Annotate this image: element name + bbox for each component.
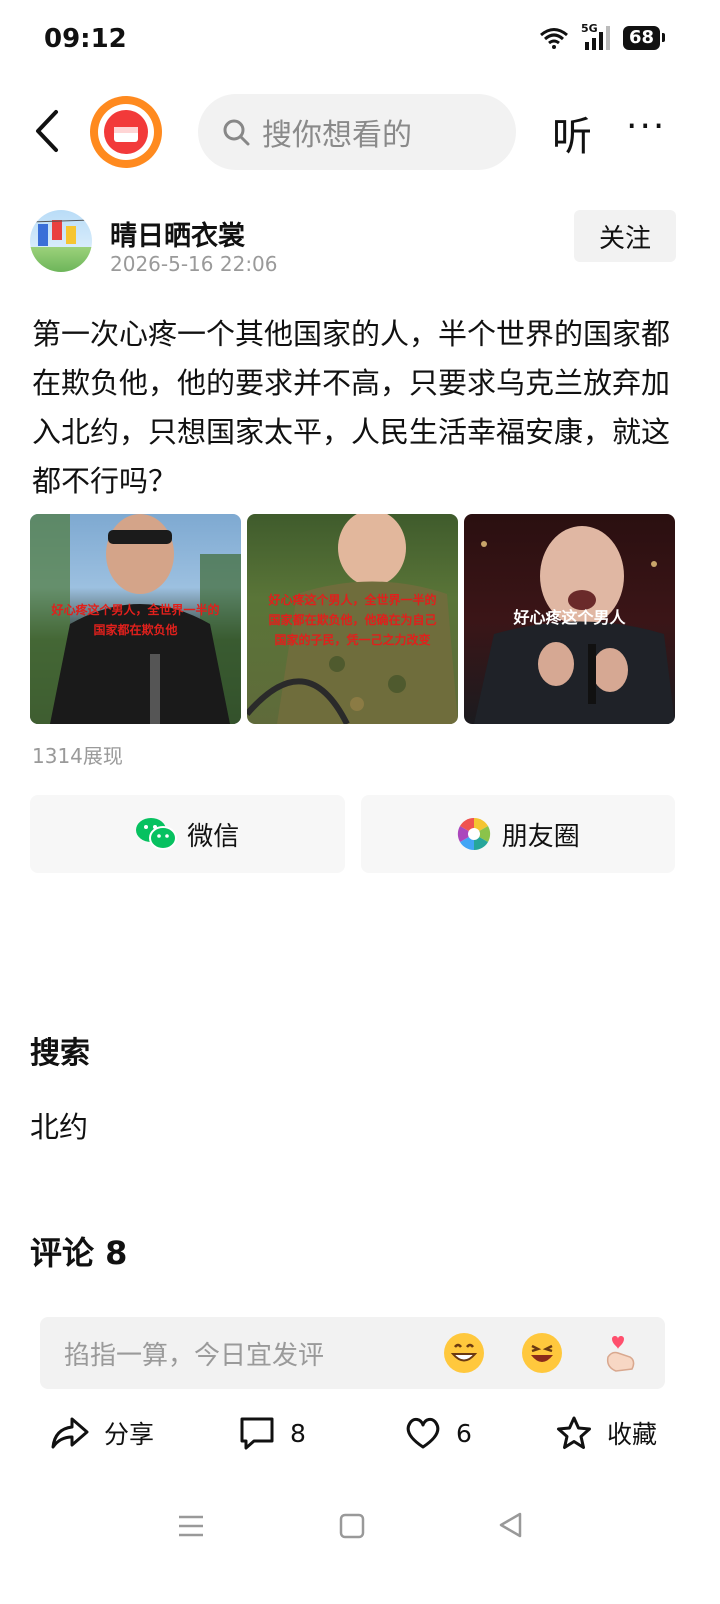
cellular-signal-icon: 5G — [581, 22, 611, 50]
post-image[interactable]: 好心疼这个男人，全世界一半的 国家都在欺负他，他确在为自己 国家的子民，凭一己之… — [247, 514, 458, 724]
post-image[interactable]: 好心疼这个男人，全世界一半的 国家都在欺负他 — [30, 514, 241, 724]
comment-placeholder: 掐指一算，今日宜发评 — [64, 1341, 325, 1371]
search-placeholder: 搜你想看的 — [262, 118, 412, 153]
search-input[interactable]: 搜你想看的 — [198, 94, 516, 170]
search-icon — [223, 119, 250, 146]
favorite-label: 收藏 — [607, 1420, 658, 1449]
follow-button[interactable]: 关注 — [574, 210, 676, 262]
more-button[interactable]: ··· — [626, 106, 666, 147]
wechat-icon — [136, 818, 178, 850]
share-wechat-button[interactable]: 微信 — [30, 795, 345, 873]
comment-icon — [240, 1417, 274, 1450]
back-nav-icon[interactable] — [496, 1510, 526, 1540]
heart-icon — [406, 1417, 440, 1449]
share-label: 分享 — [104, 1420, 155, 1449]
star-icon — [557, 1416, 591, 1449]
moments-icon — [457, 817, 490, 851]
like-count: 6 — [456, 1418, 472, 1448]
share-wechat-label: 微信 — [187, 821, 240, 852]
share-moments-button[interactable]: 朋友圈 — [360, 795, 675, 873]
status-bar: 09:12 5G 68 — [0, 0, 720, 80]
comment-input[interactable]: 掐指一算，今日宜发评 — [40, 1317, 665, 1389]
favorite-button[interactable]: 收藏 — [555, 1415, 657, 1451]
logo-bag-icon — [114, 127, 138, 142]
author-row: 晴日晒衣裳 2026-5-16 22:06 关注 — [30, 208, 690, 278]
home-icon[interactable] — [338, 1512, 366, 1540]
share-moments-label: 朋友圈 — [501, 821, 580, 852]
author-name[interactable]: 晴日晒衣裳 — [110, 214, 245, 253]
share-button[interactable]: 分享 — [50, 1415, 154, 1451]
post-image[interactable]: 好心疼这个男人 — [464, 514, 675, 724]
post-text: 第一次心疼一个其他国家的人，半个世界的国家都在欺负他，他的要求并不高，只要求乌克… — [32, 317, 671, 498]
back-button[interactable] — [28, 106, 68, 156]
search-section-title: 搜索 — [30, 1036, 90, 1071]
comment-button[interactable]: 8 — [238, 1415, 306, 1451]
comments-title: 评论 8 — [30, 1234, 128, 1272]
comment-count: 8 — [290, 1418, 306, 1448]
status-time: 09:12 — [44, 24, 127, 54]
laugh-emoji-icon[interactable] — [520, 1331, 564, 1375]
view-count: 1314展现 — [32, 744, 123, 768]
search-term-link[interactable]: 北约 — [30, 1104, 88, 1146]
listen-button[interactable]: 听 — [552, 104, 592, 162]
post-time: 2026-5-16 22:06 — [110, 252, 278, 276]
app-logo[interactable] — [90, 96, 162, 168]
wifi-icon — [539, 28, 568, 49]
menu-icon[interactable] — [176, 1512, 206, 1540]
image-caption: 好心疼这个男人 — [513, 608, 626, 627]
share-icon — [51, 1417, 89, 1449]
grin-emoji-icon[interactable] — [442, 1331, 486, 1375]
like-button[interactable]: 6 — [404, 1415, 472, 1451]
status-icons: 5G 68 — [539, 22, 666, 50]
finger-heart-icon[interactable] — [598, 1331, 642, 1375]
battery-indicator: 68 — [622, 26, 666, 50]
image-grid: 好心疼这个男人，全世界一半的 国家都在欺负他 好心疼这个男人，全世界一半的 国家… — [30, 514, 675, 724]
chevron-left-icon — [36, 110, 58, 152]
share-row: 微信 朋友圈 — [30, 795, 675, 873]
avatar[interactable] — [30, 210, 92, 272]
image-caption: 好心疼这个男人，全世界一半的 国家都在欺负他 — [51, 603, 220, 637]
top-bar: 搜你想看的 听 ··· — [0, 92, 720, 172]
system-nav-bar — [0, 1500, 720, 1560]
image-caption: 好心疼这个男人，全世界一半的 国家都在欺负他，他确在为自己 国家的子民，凭一己之… — [268, 593, 437, 647]
bottom-action-bar: 分享 8 6 收藏 — [0, 1405, 720, 1469]
